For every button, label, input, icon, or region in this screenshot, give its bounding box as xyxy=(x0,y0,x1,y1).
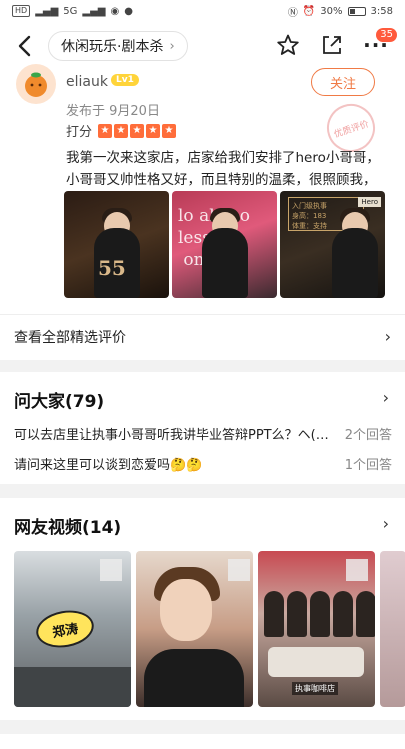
chevron-right-icon: › xyxy=(384,327,391,346)
status-bar: HD ▂▄▆ 5G ▂▄▆ ◉ ● Ⓝ ⏰ 30% 3:58 xyxy=(0,0,405,22)
video-list: 郑涛 执事咖啡店 xyxy=(14,551,405,707)
blur-mask xyxy=(346,559,368,581)
clock: 3:58 xyxy=(370,5,393,17)
video-person xyxy=(264,591,284,637)
share-button[interactable] xyxy=(317,30,347,60)
status-right: Ⓝ ⏰ 30% 3:58 xyxy=(288,4,393,19)
nav-actions: ··· 35 xyxy=(273,28,397,60)
see-all-label: 查看全部精选评价 xyxy=(14,329,126,346)
follow-button[interactable]: 关注 xyxy=(311,68,375,96)
video-scene xyxy=(14,667,131,707)
nfc-icon: Ⓝ xyxy=(287,7,298,19)
photo-figure-body xyxy=(202,228,248,298)
qa-question: 请问来这里可以谈到恋爱吗🤔🤔 xyxy=(14,458,203,473)
next-section-edge xyxy=(0,734,405,749)
qa-answer-count: 1个回答 xyxy=(344,458,392,473)
chevron-right-icon: › xyxy=(169,38,175,54)
star-icon: ★ xyxy=(130,123,145,138)
user-videos-section: 网友视频(14) › 郑涛 执事咖啡店 xyxy=(0,498,405,720)
photo-figure-body xyxy=(332,228,378,298)
rating-stars: ★ ★ ★ ★ ★ xyxy=(98,123,177,138)
blur-mask xyxy=(100,559,122,581)
video-caption: 执事咖啡店 xyxy=(292,682,338,695)
eye-icon: ◉ xyxy=(110,5,120,17)
status-left: HD ▂▄▆ 5G ▂▄▆ ◉ ● xyxy=(12,5,133,17)
review-photos: 55 lo als no less oml 入门级执事 身高：183 体重：支持… xyxy=(64,191,385,298)
video-person xyxy=(287,591,307,637)
qa-answer-count: 2个回答 xyxy=(344,428,392,443)
video-person xyxy=(356,591,375,637)
qa-item[interactable]: 请问来这里可以谈到恋爱吗🤔🤔 1个回答 xyxy=(14,454,392,473)
blur-mask xyxy=(228,559,250,581)
star-icon: ★ xyxy=(114,123,129,138)
chevron-left-icon xyxy=(18,35,31,57)
network-5g-indicator: 5G xyxy=(63,5,78,17)
chat-icon: ● xyxy=(124,5,133,17)
user-level-badge: Lv1 xyxy=(111,74,139,86)
favorite-button[interactable] xyxy=(273,30,303,60)
battery-icon xyxy=(347,6,366,16)
battery-percent: 30% xyxy=(320,5,343,17)
see-all-reviews-link[interactable]: 查看全部精选评价 › xyxy=(0,314,405,358)
qa-question: 可以去店里让执事小哥哥听我讲毕业答辩PPT么？ヘ(… xyxy=(14,428,329,443)
more-button[interactable]: ··· 35 xyxy=(361,28,397,60)
video-figure-body xyxy=(144,649,244,707)
video-thumbnail-3[interactable]: 执事咖啡店 xyxy=(258,551,375,707)
orange-avatar-icon xyxy=(25,72,47,97)
back-button[interactable] xyxy=(10,32,38,60)
hero-tag: Hero xyxy=(358,197,381,207)
category-breadcrumb[interactable]: 休闲玩乐·剧本杀 › xyxy=(48,31,188,61)
video-person xyxy=(310,591,330,637)
star-icon: ★ xyxy=(162,123,177,138)
video-group xyxy=(264,591,375,637)
ask-everyone-section: 问大家(79) › 可以去店里让执事小哥哥听我讲毕业答辩PPT么？ヘ(… 2个回… xyxy=(0,372,405,484)
username[interactable]: eliauk xyxy=(66,74,108,90)
video-figure-face xyxy=(160,579,212,641)
video-person xyxy=(333,591,353,637)
video-thumbnail-2[interactable] xyxy=(136,551,253,707)
hd-indicator: HD xyxy=(12,5,31,17)
alarm-icon: ⏰ xyxy=(302,5,316,17)
message-badge: 35 xyxy=(376,28,397,42)
avatar[interactable] xyxy=(16,64,56,104)
post-date: 发布于 9月20日 xyxy=(66,104,160,119)
breadcrumb-label: 休闲玩乐·剧本杀 xyxy=(61,39,164,55)
videos-title[interactable]: 网友视频(14) xyxy=(14,513,121,538)
video-thumbnail-4[interactable] xyxy=(380,551,405,707)
qa-item[interactable]: 可以去店里让执事小哥哥听我讲毕业答辩PPT么？ヘ(… 2个回答 xyxy=(14,424,392,443)
rating-label: 打分 xyxy=(66,125,93,140)
photo-number-sign: 55 xyxy=(98,256,126,280)
video-sticker: 郑涛 xyxy=(33,606,97,652)
review-photo-2[interactable]: lo als no less oml xyxy=(172,191,277,298)
review-photo-3[interactable]: 入门级执事 身高：183 体重：支持 Hero xyxy=(280,191,385,298)
signal-icon-2: ▂▄▆ xyxy=(82,5,106,17)
share-icon xyxy=(323,36,341,54)
chevron-right-icon[interactable]: › xyxy=(383,514,389,533)
star-outline-icon xyxy=(277,34,299,55)
chevron-right-icon[interactable]: › xyxy=(383,388,389,407)
star-icon: ★ xyxy=(146,123,161,138)
signal-icon-1: ▂▄▆ xyxy=(35,5,59,17)
rating-row: 打分 ★ ★ ★ ★ ★ xyxy=(66,121,177,140)
qa-title[interactable]: 问大家(79) xyxy=(14,387,104,412)
video-table xyxy=(268,647,364,677)
review-photo-1[interactable]: 55 xyxy=(64,191,169,298)
star-icon: ★ xyxy=(98,123,113,138)
nav-bar: 休闲玩乐·剧本杀 › ··· 35 xyxy=(0,22,405,70)
video-thumbnail-1[interactable]: 郑涛 xyxy=(14,551,131,707)
